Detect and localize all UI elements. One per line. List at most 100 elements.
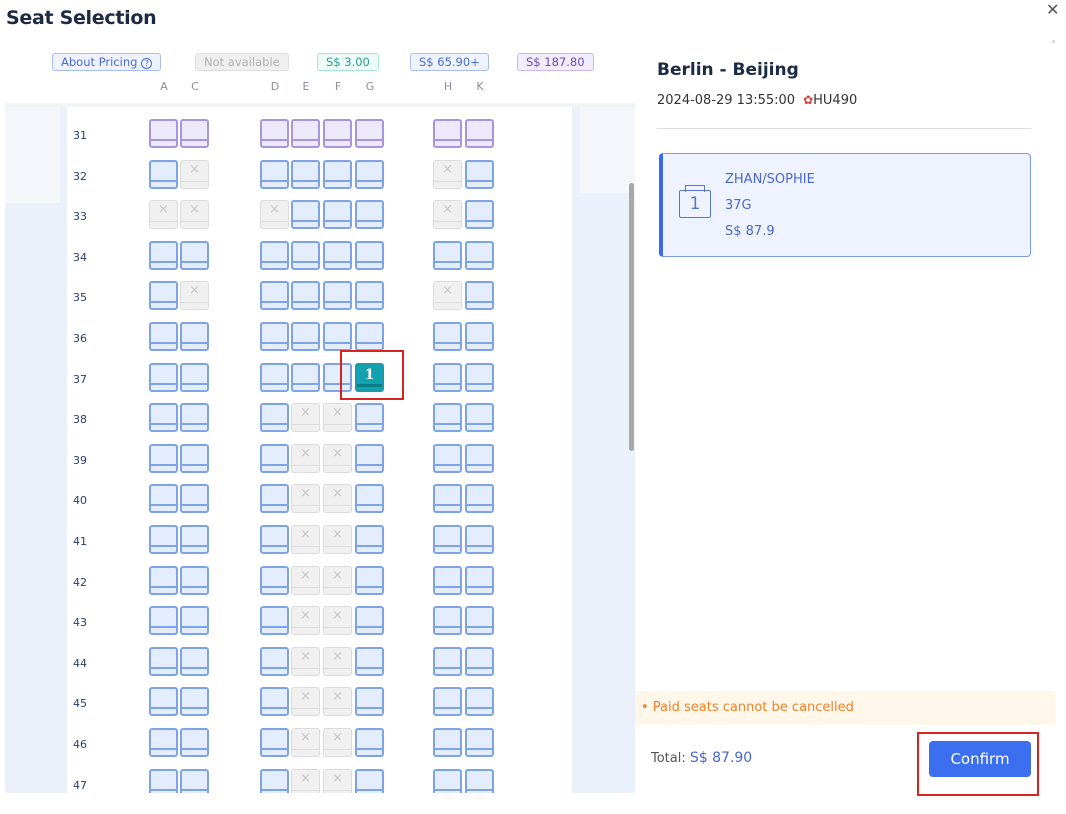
seat-39d[interactable]: [260, 443, 289, 473]
seat-37h[interactable]: [433, 362, 462, 392]
seat-32g[interactable]: [355, 159, 384, 189]
seat-44g[interactable]: [355, 646, 384, 676]
seat-44h[interactable]: [433, 646, 462, 676]
seat-47g[interactable]: [355, 768, 384, 793]
seat-31f[interactable]: [323, 119, 352, 148]
seat-46k[interactable]: [465, 728, 494, 757]
seat-40g[interactable]: [355, 484, 384, 514]
seat-47h[interactable]: [433, 768, 462, 793]
seat-42k[interactable]: [465, 565, 494, 595]
seat-41c[interactable]: [180, 525, 209, 554]
seat-40h[interactable]: [433, 484, 462, 514]
seat-34d[interactable]: [260, 240, 289, 270]
seat-36a[interactable]: [149, 322, 178, 351]
close-icon[interactable]: ✕: [1046, 0, 1059, 19]
seat-32k[interactable]: [465, 159, 494, 189]
seat-40d[interactable]: [260, 484, 289, 514]
seat-38g[interactable]: [355, 403, 384, 433]
seat-43h[interactable]: [433, 606, 462, 636]
seat-36c[interactable]: [180, 322, 209, 351]
seat-38k[interactable]: [465, 403, 494, 433]
seat-32e[interactable]: [291, 159, 320, 189]
seat-31h[interactable]: [433, 119, 462, 148]
seat-32f[interactable]: [323, 159, 352, 189]
seat-39a[interactable]: [149, 443, 178, 473]
seat-46d[interactable]: [260, 728, 289, 757]
seat-47c[interactable]: [180, 768, 209, 793]
seat-45c[interactable]: [180, 687, 209, 717]
seat-47d[interactable]: [260, 768, 289, 793]
seat-46a[interactable]: [149, 728, 178, 757]
seat-41k[interactable]: [465, 525, 494, 554]
seat-36h[interactable]: [433, 322, 462, 351]
seat-map[interactable]: 31 32 × × 33 × × × × 34 35 × × 36 37 1 38 × × 39 × × 40 × × 41 × × 4…: [5, 103, 635, 793]
seat-38a[interactable]: [149, 403, 178, 433]
seat-42h[interactable]: [433, 565, 462, 595]
seat-37e[interactable]: [291, 362, 320, 392]
seat-34c[interactable]: [180, 240, 209, 270]
seat-44d[interactable]: [260, 646, 289, 676]
seat-32a[interactable]: [149, 159, 178, 189]
seat-39k[interactable]: [465, 443, 494, 473]
seat-34k[interactable]: [465, 240, 494, 270]
seat-34h[interactable]: [433, 240, 462, 270]
seat-43g[interactable]: [355, 606, 384, 636]
seat-35e[interactable]: [291, 281, 320, 311]
seat-46g[interactable]: [355, 728, 384, 757]
seat-31c[interactable]: [180, 119, 209, 148]
seat-45h[interactable]: [433, 687, 462, 717]
seat-35g[interactable]: [355, 281, 384, 311]
seat-45k[interactable]: [465, 687, 494, 717]
seat-32d[interactable]: [260, 159, 289, 189]
seat-40a[interactable]: [149, 484, 178, 514]
seat-43a[interactable]: [149, 606, 178, 636]
seat-33k[interactable]: [465, 200, 494, 230]
seat-45a[interactable]: [149, 687, 178, 717]
seat-42d[interactable]: [260, 565, 289, 595]
seat-39c[interactable]: [180, 443, 209, 473]
seat-39g[interactable]: [355, 443, 384, 473]
seat-45g[interactable]: [355, 687, 384, 717]
seat-47k[interactable]: [465, 768, 494, 793]
seat-35a[interactable]: [149, 281, 178, 311]
seat-38d[interactable]: [260, 403, 289, 433]
seat-41d[interactable]: [260, 525, 289, 554]
about-pricing-button[interactable]: About Pricing?: [52, 53, 162, 71]
seat-41h[interactable]: [433, 525, 462, 554]
seat-41a[interactable]: [149, 525, 178, 554]
seat-37d[interactable]: [260, 362, 289, 392]
seat-43k[interactable]: [465, 606, 494, 636]
seat-38h[interactable]: [433, 403, 462, 433]
seat-33e[interactable]: [291, 200, 320, 230]
seat-43c[interactable]: [180, 606, 209, 636]
seat-34a[interactable]: [149, 240, 178, 270]
seat-41g[interactable]: [355, 525, 384, 554]
seat-33g[interactable]: [355, 200, 384, 230]
seat-42a[interactable]: [149, 565, 178, 595]
seat-36k[interactable]: [465, 322, 494, 351]
seat-44c[interactable]: [180, 646, 209, 676]
seat-map-scrollbar[interactable]: [629, 183, 634, 451]
seat-44k[interactable]: [465, 646, 494, 676]
seat-31g[interactable]: [355, 119, 384, 148]
seat-35k[interactable]: [465, 281, 494, 311]
seat-37c[interactable]: [180, 362, 209, 392]
passenger-card[interactable]: 1 ZHAN/SOPHIE 37G S$ 87.9: [659, 153, 1031, 257]
seat-35f[interactable]: [323, 281, 352, 311]
seat-43d[interactable]: [260, 606, 289, 636]
seat-47a[interactable]: [149, 768, 178, 793]
seat-31a[interactable]: [149, 119, 178, 148]
seat-34f[interactable]: [323, 240, 352, 270]
seat-40k[interactable]: [465, 484, 494, 514]
seat-39h[interactable]: [433, 443, 462, 473]
seat-34e[interactable]: [291, 240, 320, 270]
seat-31k[interactable]: [465, 119, 494, 148]
seat-33f[interactable]: [323, 200, 352, 230]
seat-45d[interactable]: [260, 687, 289, 717]
seat-31d[interactable]: [260, 119, 289, 148]
seat-44a[interactable]: [149, 646, 178, 676]
seat-34g[interactable]: [355, 240, 384, 270]
seat-36g[interactable]: [355, 322, 384, 351]
seat-37a[interactable]: [149, 362, 178, 392]
seat-42c[interactable]: [180, 565, 209, 595]
